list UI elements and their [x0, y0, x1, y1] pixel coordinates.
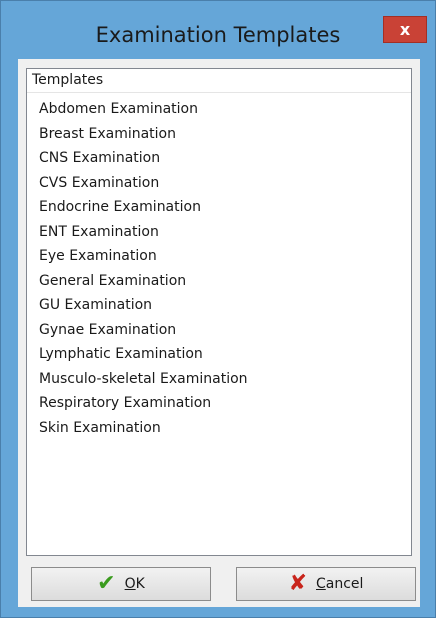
- cancel-label-rest: ancel: [325, 576, 364, 592]
- list-item-endocrine[interactable]: Endocrine Examination: [27, 195, 411, 220]
- list-item-gu[interactable]: GU Examination: [27, 293, 411, 318]
- list-column-header-label: Templates: [32, 72, 104, 88]
- examination-templates-window: Examination Templates x Templates Abdome…: [0, 0, 436, 618]
- checkmark-icon: ✔: [97, 571, 116, 596]
- cancel-button[interactable]: ✘ Cancel: [236, 567, 416, 601]
- list-item-general[interactable]: General Examination: [27, 269, 411, 294]
- templates-listbox[interactable]: Templates Abdomen Examination Breast Exa…: [26, 68, 412, 556]
- button-bar: ✔ OK ✘ Cancel: [18, 567, 420, 603]
- ok-mnemonic: O: [124, 576, 136, 592]
- cross-icon: ✘: [288, 571, 307, 596]
- list-item-respiratory[interactable]: Respiratory Examination: [27, 391, 411, 416]
- list-item-gynae[interactable]: Gynae Examination: [27, 318, 411, 343]
- list-item-eye[interactable]: Eye Examination: [27, 244, 411, 269]
- close-button[interactable]: x: [383, 16, 427, 43]
- ok-button[interactable]: ✔ OK: [31, 567, 211, 601]
- window-title: Examination Templates: [95, 23, 341, 47]
- list-item-abdomen[interactable]: Abdomen Examination: [27, 97, 411, 122]
- list-item-lymphatic[interactable]: Lymphatic Examination: [27, 342, 411, 367]
- list-item-skin[interactable]: Skin Examination: [27, 416, 411, 441]
- close-icon: x: [399, 20, 411, 39]
- template-list: Abdomen Examination Breast Examination C…: [27, 97, 411, 440]
- list-column-header[interactable]: Templates: [27, 69, 411, 93]
- list-item-cns[interactable]: CNS Examination: [27, 146, 411, 171]
- dialog-body: Templates Abdomen Examination Breast Exa…: [18, 59, 420, 607]
- list-item-ent[interactable]: ENT Examination: [27, 220, 411, 245]
- cancel-button-label: Cancel: [316, 576, 363, 592]
- list-item-cvs[interactable]: CVS Examination: [27, 171, 411, 196]
- ok-label-rest: K: [135, 576, 145, 592]
- list-item-musculo-skeletal[interactable]: Musculo-skeletal Examination: [27, 367, 411, 392]
- cancel-mnemonic: C: [316, 576, 326, 592]
- ok-button-label: OK: [125, 576, 145, 592]
- list-item-breast[interactable]: Breast Examination: [27, 122, 411, 147]
